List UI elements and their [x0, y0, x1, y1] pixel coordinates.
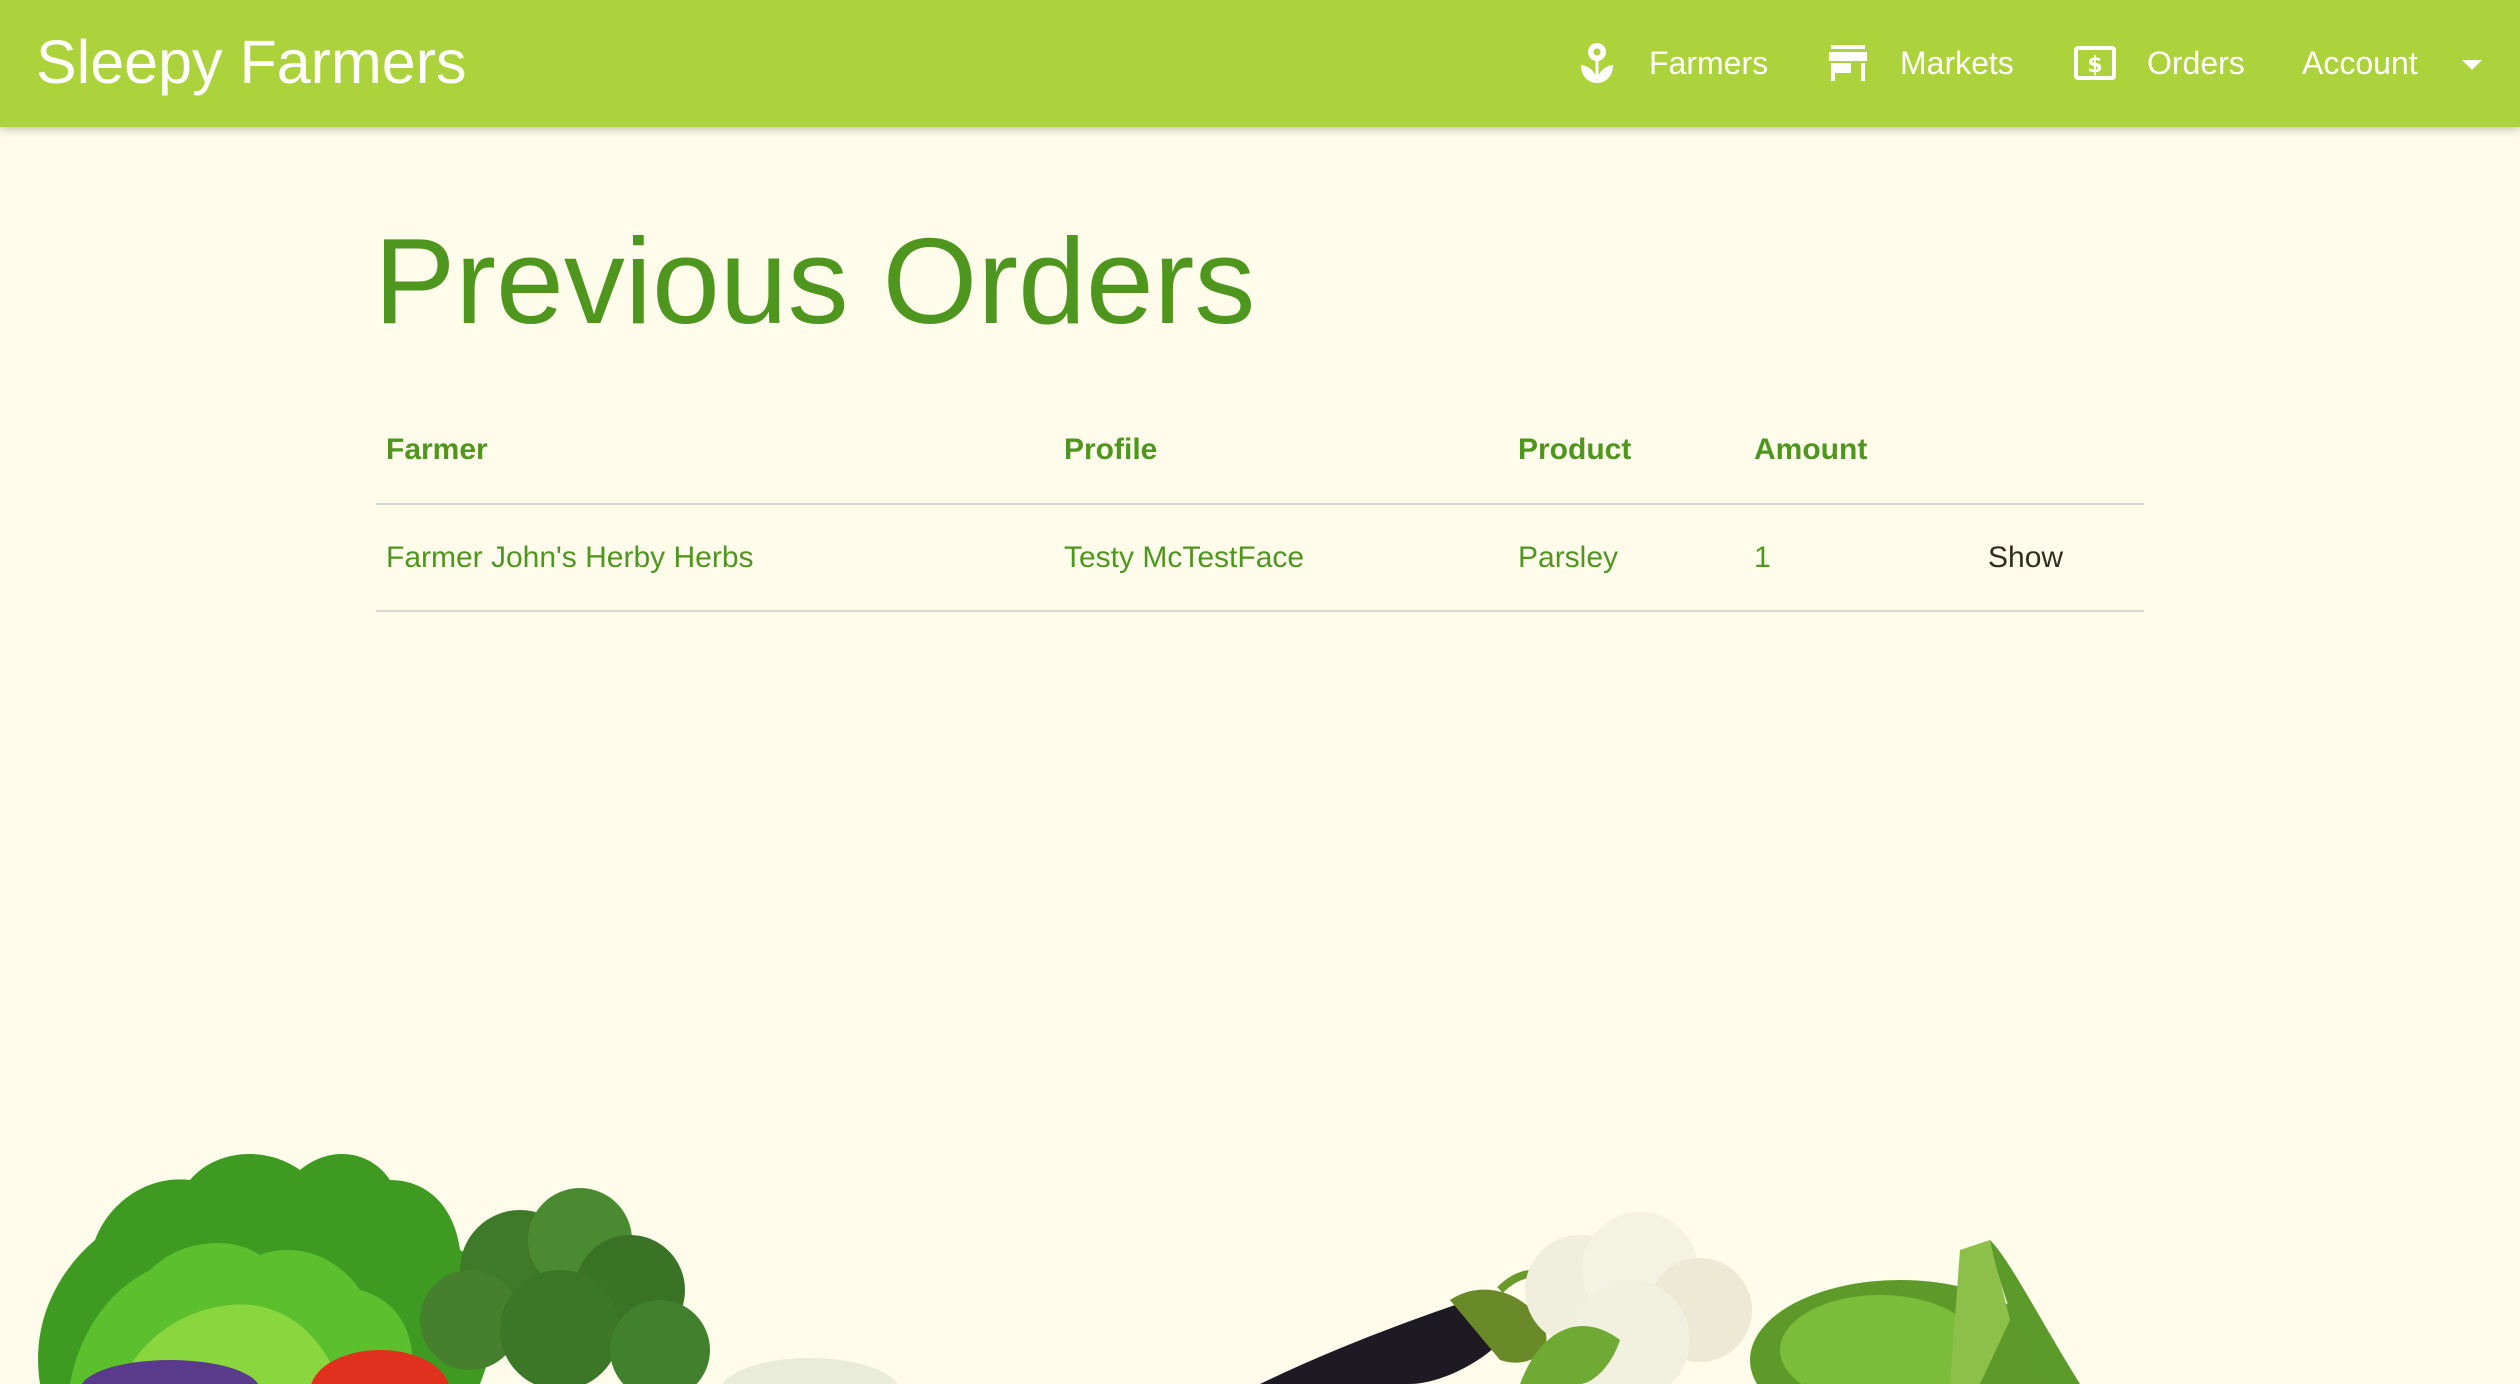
page-title: Previous Orders	[374, 213, 1256, 349]
header-amount: Amount	[1744, 396, 1978, 505]
nav-orders-link[interactable]: $ Orders	[2073, 30, 2245, 96]
cauliflower-small-icon	[722, 1358, 898, 1384]
storefront-icon	[1826, 41, 1870, 85]
seedling-flower-icon	[1575, 41, 1619, 85]
cell-profile: Testy McTestFace	[1054, 504, 1508, 612]
header-farmer: Farmer	[376, 396, 1054, 505]
nav-markets-link[interactable]: Markets	[1826, 30, 2014, 96]
header-profile: Profile	[1054, 396, 1508, 505]
nav-farmers-label: Farmers	[1649, 44, 1769, 81]
svg-text:$: $	[2087, 53, 2102, 78]
farmer-link[interactable]: Farmer John's Herby Herbs	[386, 541, 754, 574]
brand-logo-link[interactable]: Sleepy Farmers	[36, 24, 467, 100]
cell-farmer: Farmer John's Herby Herbs	[376, 504, 1054, 612]
nav-farmers-link[interactable]: Farmers	[1575, 30, 1768, 96]
dollar-bill-icon: $	[2073, 41, 2117, 85]
nav-markets-label: Markets	[1900, 44, 2014, 81]
cauliflower-icon	[1520, 1212, 1752, 1384]
header-actions	[1978, 396, 2144, 505]
nav-account-dropdown[interactable]: Account	[2302, 30, 2482, 96]
cell-product: Parsley	[1508, 504, 1744, 612]
show-order-link[interactable]: Show	[1988, 541, 2063, 574]
cell-action: Show	[1978, 504, 2144, 612]
caret-down-icon	[2461, 60, 2482, 70]
tomato-icon	[311, 1350, 449, 1384]
broccoli-icon	[420, 1188, 710, 1384]
table-header-row: Farmer Profile Product Amount	[376, 396, 2144, 505]
table-row: Farmer John's Herby Herbs Testy McTestFa…	[376, 504, 2144, 612]
nav-account-label: Account	[2302, 44, 2418, 81]
eggplant-icon	[1260, 1269, 1603, 1384]
orders-table: Farmer Profile Product Amount Farmer Joh…	[376, 396, 2144, 612]
top-navbar: Sleepy Farmers Farmers Markets $ Orders …	[0, 0, 2520, 127]
nav-orders-label: Orders	[2147, 44, 2245, 81]
savoy-cabbage-icon	[1750, 1240, 2080, 1384]
cell-amount: 1	[1744, 504, 1978, 612]
lettuce-icon	[38, 1153, 496, 1384]
red-cabbage-icon	[81, 1360, 259, 1384]
product-link[interactable]: Parsley	[1518, 541, 1618, 574]
profile-link[interactable]: Testy McTestFace	[1064, 541, 1304, 574]
header-product: Product	[1508, 396, 1744, 505]
